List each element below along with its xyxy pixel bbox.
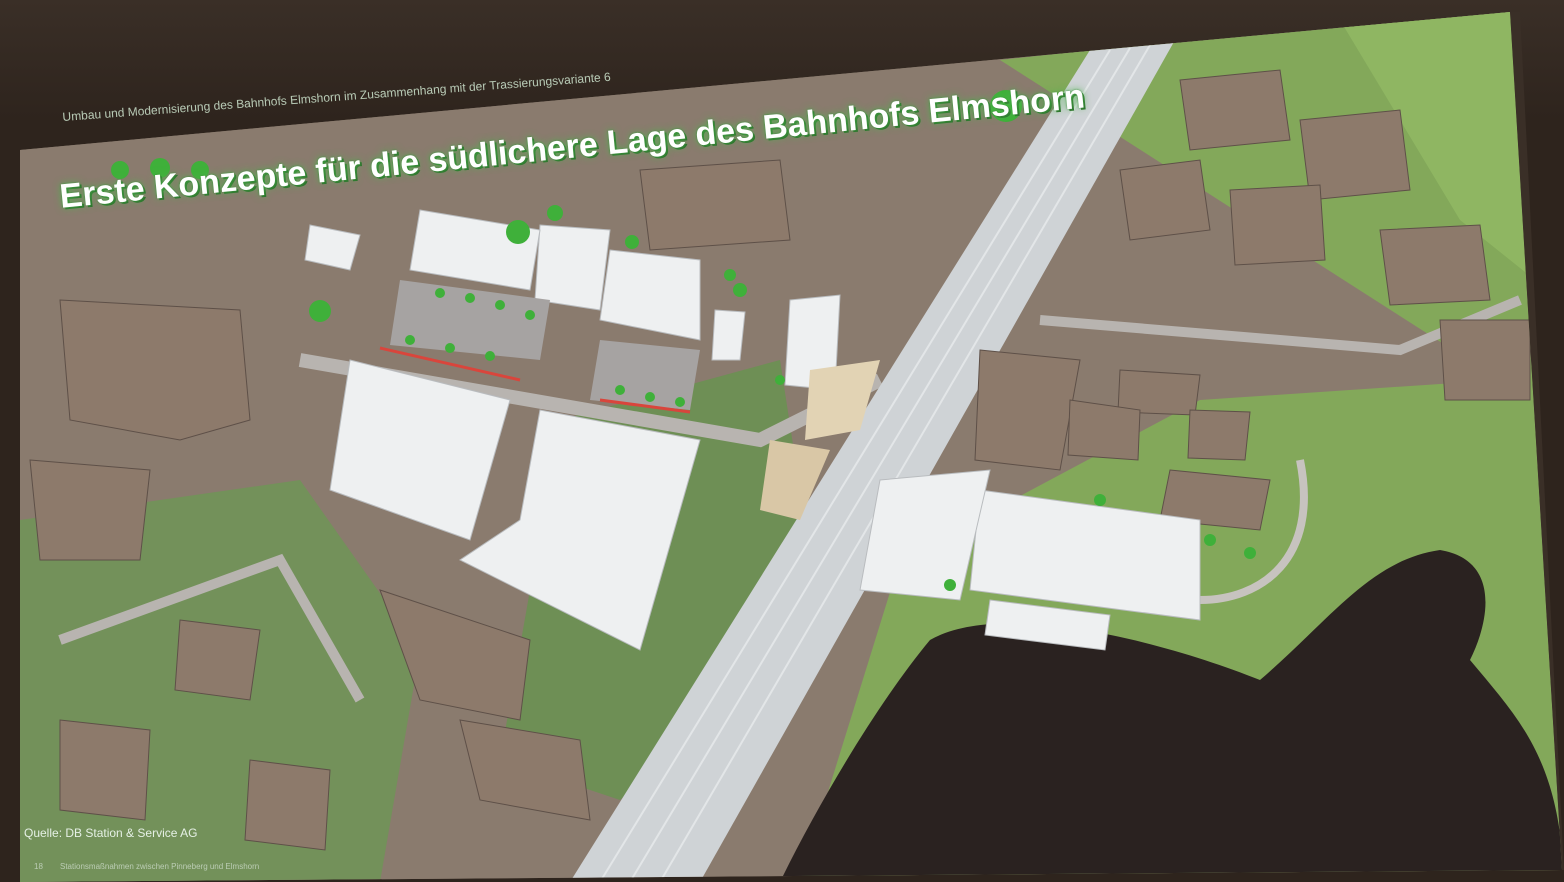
tree [944, 579, 956, 591]
existing-building [59, 299, 251, 441]
tree [309, 300, 331, 322]
new-building-block [711, 309, 746, 361]
tree [435, 288, 445, 298]
tree [733, 283, 747, 297]
existing-building [1067, 399, 1141, 461]
existing-building [1179, 69, 1291, 151]
tree [445, 343, 455, 353]
existing-building [1187, 409, 1251, 461]
existing-building [174, 619, 261, 701]
new-building-block [534, 224, 611, 311]
existing-building [1229, 184, 1326, 266]
tree [1204, 534, 1216, 546]
page-number: 18 [34, 862, 43, 871]
tree [495, 300, 505, 310]
existing-building [1379, 224, 1491, 306]
existing-building [639, 159, 791, 251]
existing-building [59, 719, 151, 821]
tree [506, 220, 530, 244]
tree [775, 375, 785, 385]
slide-footer: Stationsmaßnahmen zwischen Pinneberg und… [60, 862, 260, 871]
tree [724, 269, 736, 281]
tree [1244, 547, 1256, 559]
tree [625, 235, 639, 249]
tree [405, 335, 415, 345]
tree [645, 392, 655, 402]
tree [1094, 494, 1106, 506]
source-credit: Quelle: DB Station & Service AG [24, 826, 198, 840]
tree [675, 397, 685, 407]
tree [547, 205, 563, 221]
tree [615, 385, 625, 395]
existing-building [1119, 159, 1211, 241]
tree [525, 310, 535, 320]
existing-building [29, 459, 151, 561]
tree [485, 351, 495, 361]
existing-building [1439, 319, 1531, 401]
tree [465, 293, 475, 303]
existing-building [244, 759, 331, 851]
